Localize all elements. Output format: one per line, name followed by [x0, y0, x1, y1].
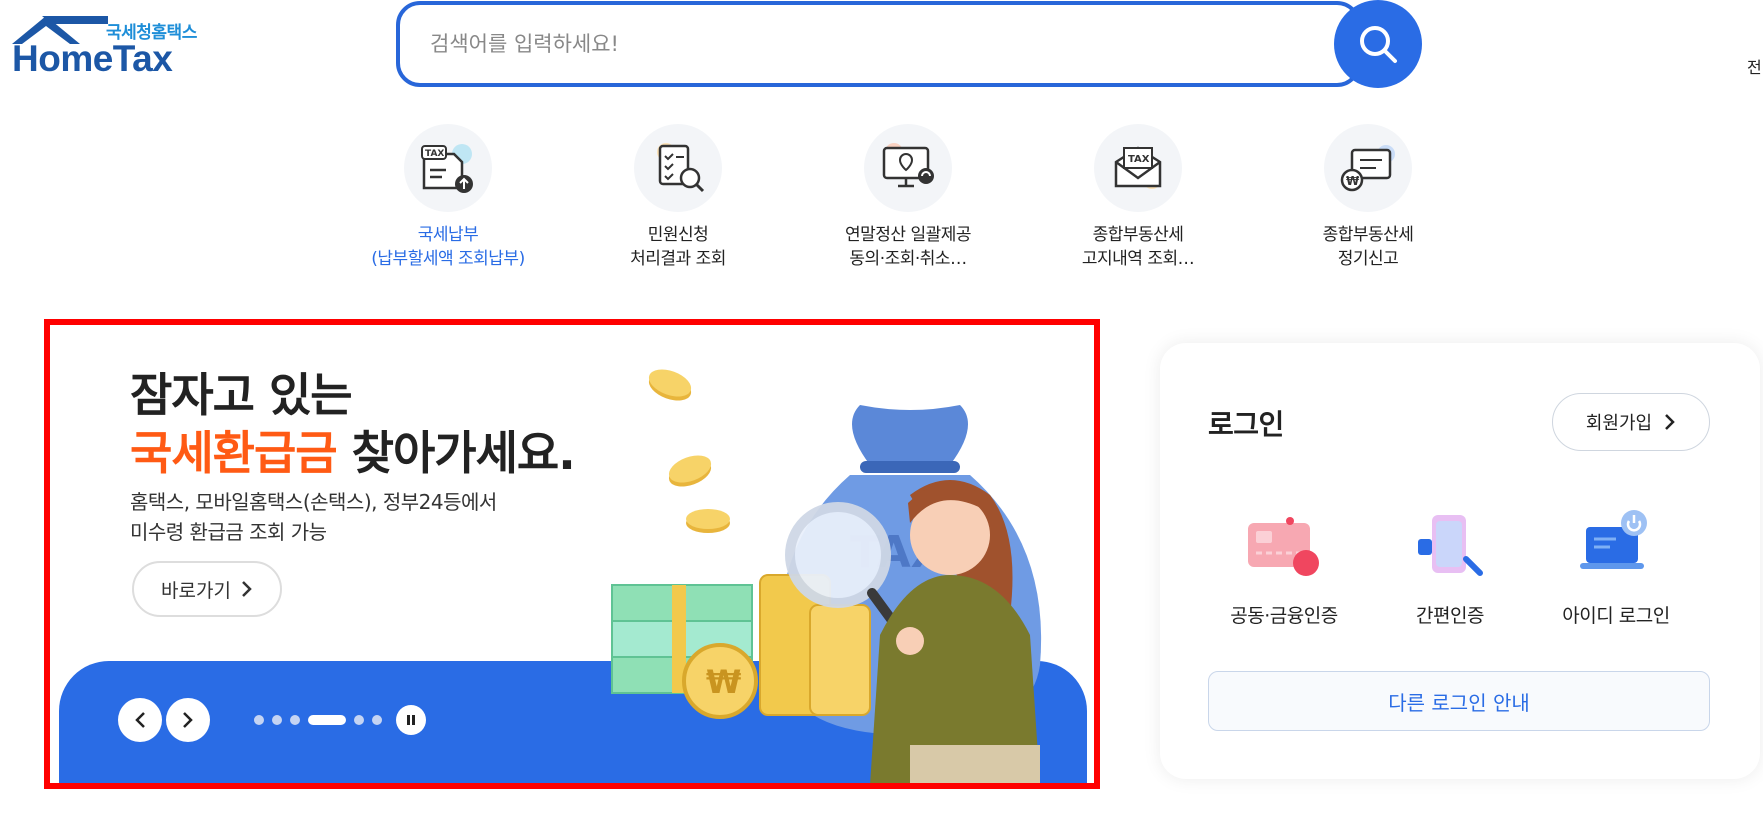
- gold-coin-icon: [648, 369, 692, 401]
- banner-description: 홈택스, 모바일홈택스(손택스), 정부24등에서 미수령 환급금 조회 가능: [130, 490, 497, 544]
- quick-menu-label: 민원신청 처리결과 조회: [630, 225, 726, 269]
- tax-envelope-icon: TAX: [1094, 124, 1182, 212]
- banner-go-label: 바로가기: [161, 579, 231, 602]
- gold-coin-icon: [686, 509, 730, 533]
- quick-menu-label: 연말정산 일괄제공 동의·조회·취소…: [844, 225, 972, 269]
- banner-page-dot[interactable]: [290, 715, 300, 725]
- banner-page-dot[interactable]: [272, 715, 282, 725]
- won-coin-symbol: ₩: [706, 663, 741, 701]
- logo-title: HomeTax: [12, 38, 173, 79]
- id-login-label: 아이디 로그인: [1562, 605, 1670, 627]
- header-right-text[interactable]: 전: [1747, 54, 1762, 78]
- chevron-right-icon: [183, 712, 193, 728]
- banner-go-button[interactable]: 바로가기: [132, 561, 282, 617]
- sign-up-label: 회원가입: [1585, 413, 1653, 434]
- laptop-power-icon: [1576, 509, 1656, 581]
- tax-payment-icon: TAX: [404, 124, 492, 212]
- document-search-icon: [634, 124, 722, 212]
- won-document-icon: ₩: [1324, 124, 1412, 212]
- banner-page-dot-active[interactable]: [308, 715, 346, 725]
- svg-text:₩: ₩: [1346, 174, 1360, 188]
- banner-next-button[interactable]: [166, 698, 210, 742]
- quick-menu-year-end-settlement[interactable]: 연말정산 일괄제공 동의·조회·취소…: [808, 124, 1008, 271]
- certificate-card-icon: [1244, 509, 1324, 581]
- login-title: 로그인: [1208, 408, 1284, 441]
- certificate-login-label: 공동·금융인증: [1230, 605, 1338, 627]
- pause-icon: [407, 715, 415, 725]
- search-box: [396, 1, 1361, 87]
- quick-menu-label: 국세납부 (납부할세액 조회납부): [371, 225, 525, 269]
- id-login-option[interactable]: 아이디 로그인: [1541, 509, 1691, 628]
- chevron-right-icon: [1665, 414, 1675, 430]
- refund-banner[interactable]: 잠자고 있는 국세환급금 찾아가세요. 홈택스, 모바일홈택스(손택스), 정부…: [44, 319, 1100, 789]
- monitor-location-icon: [864, 124, 952, 212]
- phone-search-icon: [1410, 509, 1490, 581]
- simple-auth-label: 간편인증: [1416, 605, 1484, 627]
- quick-menu-label: 종합부동산세 고지내역 조회…: [1081, 225, 1195, 269]
- svg-text:TAX: TAX: [425, 149, 444, 159]
- banner-prev-button[interactable]: [118, 698, 162, 742]
- quick-menu-tax-payment[interactable]: TAX 국세납부 (납부할세액 조회납부): [348, 124, 548, 271]
- search-icon: [1360, 26, 1397, 63]
- banner-headline-2: 국세환급금 찾아가세요.: [130, 417, 576, 483]
- sign-up-button[interactable]: 회원가입: [1552, 393, 1710, 451]
- quick-menu-property-tax-notice[interactable]: TAX 종합부동산세 고지내역 조회…: [1038, 124, 1238, 271]
- simple-auth-option[interactable]: 간편인증: [1375, 509, 1525, 628]
- banner-page-dot[interactable]: [254, 715, 264, 725]
- search-button[interactable]: [1334, 0, 1422, 88]
- chevron-right-icon: [242, 581, 252, 597]
- quick-menu-property-tax-filing[interactable]: ₩ 종합부동산세 정기신고: [1268, 124, 1468, 271]
- hometax-logo[interactable]: 국세청홈택스 HomeTax: [8, 12, 208, 79]
- chevron-left-icon: [135, 712, 145, 728]
- quick-menu-complaint-result[interactable]: 민원신청 처리결과 조회: [578, 124, 778, 271]
- banner-headline-1: 잠자고 있는: [130, 368, 353, 422]
- svg-text:TAX: TAX: [1128, 154, 1150, 165]
- banner-headline-accent: 국세환급금: [130, 426, 338, 480]
- banner-page-dot[interactable]: [372, 715, 382, 725]
- refund-illustration: TAX ₩: [611, 369, 1042, 783]
- banner-headline-rest: 찾아가세요.: [336, 426, 576, 480]
- banner-pause-button[interactable]: [396, 705, 426, 735]
- quick-menu-label: 종합부동산세 정기신고: [1322, 225, 1414, 269]
- login-panel: 로그인 회원가입 공동·금융인증 간편인증 아이디 로그인 다른 로그인 안내: [1160, 343, 1760, 779]
- banner-page-dot[interactable]: [354, 715, 364, 725]
- gold-coin-icon: [668, 455, 712, 487]
- other-login-guide-button[interactable]: 다른 로그인 안내: [1208, 671, 1710, 731]
- search-input[interactable]: [430, 5, 1250, 83]
- certificate-login-option[interactable]: 공동·금융인증: [1209, 509, 1359, 628]
